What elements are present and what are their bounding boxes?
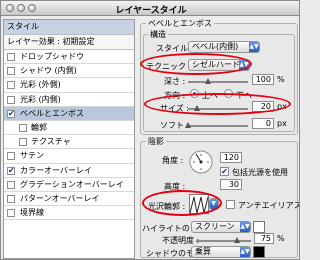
structure-title: 構造 xyxy=(148,29,168,40)
shading-title: 陰影 xyxy=(146,136,166,147)
altitude-label: 高度 : xyxy=(164,182,186,191)
direction-down-label: 下へ xyxy=(236,91,252,100)
style-item-label: テクスチャ xyxy=(31,137,71,147)
style-item-label: グラデーションオーバーレイ xyxy=(20,179,124,189)
technique-select-value: シゼルハード xyxy=(192,60,240,69)
checkbox[interactable] xyxy=(19,138,27,147)
size-unit: px xyxy=(277,102,287,111)
style-item-gradient-overlay[interactable]: グラデーションオーバーレイ xyxy=(4,178,134,192)
shadow-mode-select[interactable]: 乗算 ▲▼ xyxy=(191,246,251,258)
angle-dial[interactable] xyxy=(188,149,214,175)
highlight-mode-value: スクリーン xyxy=(195,222,235,231)
gloss-contour-label: 光沢輪郭 : xyxy=(148,202,186,211)
blend-options-default[interactable]: レイヤー効果 : 初期設定 xyxy=(4,35,134,50)
style-item-label: サテン xyxy=(20,151,44,161)
size-label: サイズ : xyxy=(160,104,189,113)
slider-thumb[interactable] xyxy=(205,78,211,84)
style-item-label: ベベルとエンボス xyxy=(20,108,84,118)
direction-up-label: 上へ xyxy=(202,91,218,100)
checkbox[interactable] xyxy=(7,67,15,76)
style-item-label: カラーオーバーレイ xyxy=(20,165,92,175)
chevron-down-icon: ▲▼ xyxy=(239,60,249,70)
title-bar: レイヤースタイル xyxy=(1,1,299,16)
style-item-label: パターンオーバーレイ xyxy=(20,193,100,203)
angle-input[interactable]: 120 xyxy=(220,152,242,163)
style-item-label: 光彩 (外側) xyxy=(20,80,61,90)
gloss-contour-dropdown[interactable]: ▼ xyxy=(209,198,219,210)
style-item-color-overlay[interactable]: ✔ カラーオーバーレイ xyxy=(4,164,134,178)
style-select-value: ベベル(内側) xyxy=(192,42,239,51)
antialias-checkbox[interactable] xyxy=(226,200,235,209)
style-item-pattern-overlay[interactable]: パターンオーバーレイ xyxy=(4,192,134,207)
style-item-inner-shadow[interactable]: シャドウ (内側) xyxy=(4,64,134,79)
global-light-label: 包括光源を使用 xyxy=(232,168,288,177)
depth-label: 深さ : xyxy=(164,77,186,86)
highlight-opacity-slider[interactable] xyxy=(196,237,251,243)
style-item-bevel-emboss[interactable]: ✔ ベベルとエンボス xyxy=(4,106,134,121)
direction-label: 方向 : xyxy=(164,91,186,100)
soften-input[interactable]: 0 xyxy=(252,118,274,129)
direction-down-radio[interactable] xyxy=(224,89,233,98)
style-item-contour[interactable]: 輪郭 xyxy=(4,121,134,136)
size-slider[interactable] xyxy=(188,105,248,111)
style-item-outer-glow[interactable]: 光彩 (外側) xyxy=(4,78,134,93)
checkbox[interactable] xyxy=(7,152,15,161)
soften-unit: px xyxy=(277,119,287,128)
style-item-label: 輪郭 xyxy=(31,122,47,132)
depth-unit: % xyxy=(277,75,285,84)
styles-header[interactable]: スタイル xyxy=(4,20,134,35)
style-item-label: シャドウ (内側) xyxy=(20,66,77,76)
checkbox[interactable] xyxy=(7,180,15,189)
style-item-label: 光彩 (内側) xyxy=(20,94,61,104)
checkbox[interactable] xyxy=(7,53,15,61)
checkbox[interactable] xyxy=(7,81,15,90)
layer-style-dialog: レイヤースタイル スタイル レイヤー効果 : 初期設定 ドロップシャドウ シャド… xyxy=(0,0,300,260)
style-item-texture[interactable]: テクスチャ xyxy=(4,135,134,150)
style-item-drop-shadow[interactable]: ドロップシャドウ xyxy=(4,50,134,65)
highlight-opacity-input[interactable]: 75 xyxy=(254,233,274,244)
angle-label: 角度 : xyxy=(162,156,184,165)
depth-input[interactable]: 100 xyxy=(252,74,274,85)
style-item-label: 境界線 xyxy=(20,208,44,218)
checkbox-checked[interactable]: ✔ xyxy=(7,166,15,175)
size-input[interactable]: 20 xyxy=(252,101,274,112)
slider-thumb[interactable] xyxy=(185,122,191,128)
slider-thumb[interactable] xyxy=(234,237,240,243)
altitude-input[interactable]: 30 xyxy=(220,179,242,190)
antialias-label: アンチエイリアス xyxy=(238,201,300,210)
chevron-down-icon: ▲▼ xyxy=(240,222,250,232)
highlight-opacity-label: 不透明度 : xyxy=(162,236,200,245)
highlight-opacity-unit: % xyxy=(277,234,285,243)
checkbox[interactable] xyxy=(19,123,27,132)
global-light-checkbox[interactable]: ✔ xyxy=(220,167,229,176)
checkbox[interactable] xyxy=(7,95,15,104)
checkbox[interactable] xyxy=(7,194,15,203)
gloss-contour-swatch[interactable] xyxy=(189,194,209,214)
checkbox[interactable] xyxy=(7,209,15,218)
bevel-settings-panel: ベベルとエンボス 構造 スタイル : ベベル(内側) ▲▼ テクニック : シゼル… xyxy=(138,17,299,259)
slider-thumb[interactable] xyxy=(194,105,200,111)
direction-up-radio[interactable] xyxy=(190,89,199,98)
styles-list: スタイル レイヤー効果 : 初期設定 ドロップシャドウ シャドウ (内側) 光彩… xyxy=(3,19,135,259)
style-item-stroke[interactable]: 境界線 xyxy=(4,206,134,221)
highlight-mode-select[interactable]: スクリーン ▲▼ xyxy=(191,221,251,233)
technique-select[interactable]: シゼルハード ▲▼ xyxy=(188,59,250,71)
soften-slider[interactable] xyxy=(185,122,248,128)
highlight-color-swatch[interactable] xyxy=(253,221,265,233)
technique-label: テクニック : xyxy=(146,62,192,71)
style-item-label: ドロップシャドウ xyxy=(20,52,84,61)
chevron-down-icon: ▲▼ xyxy=(249,42,259,52)
shadow-mode-value: 乗算 xyxy=(195,247,211,256)
style-item-satin[interactable]: サテン xyxy=(4,149,134,164)
style-item-inner-glow[interactable]: 光彩 (内側) xyxy=(4,93,134,107)
chevron-down-icon: ▼ xyxy=(210,199,218,209)
window-title: レイヤースタイル xyxy=(115,6,187,16)
bevel-section-title: ベベルとエンボス xyxy=(146,18,214,29)
depth-slider[interactable] xyxy=(188,78,248,84)
shadow-color-swatch[interactable] xyxy=(253,246,265,258)
style-select[interactable]: ベベル(内側) ▲▼ xyxy=(188,41,260,53)
chevron-down-icon: ▲▼ xyxy=(240,247,250,257)
checkbox-checked[interactable]: ✔ xyxy=(7,109,15,118)
